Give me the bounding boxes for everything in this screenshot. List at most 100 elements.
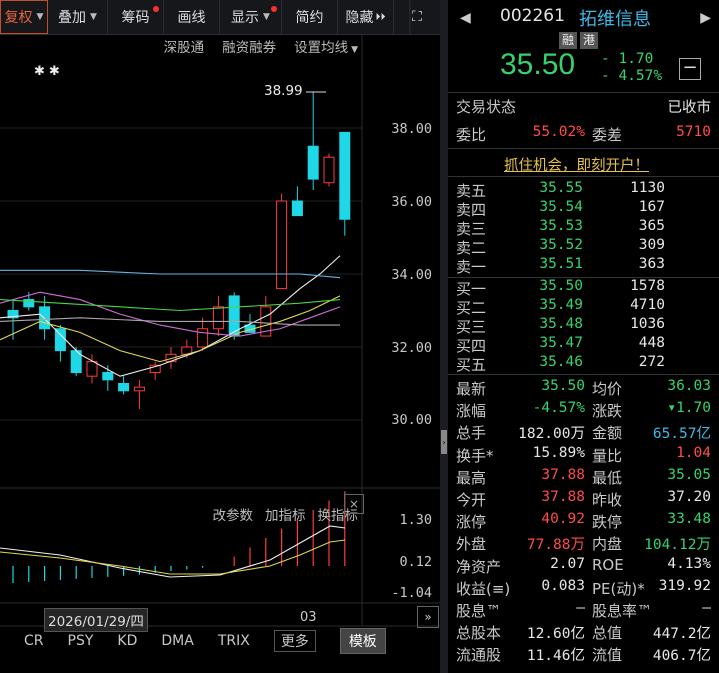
level-label: 卖一 bbox=[456, 258, 487, 276]
caret-down-icon: ▼ bbox=[263, 12, 270, 22]
hk-connect-link[interactable]: 深股通 bbox=[164, 36, 205, 56]
fuquan-button[interactable]: 复权 ▼ bbox=[0, 0, 48, 34]
stat-label: ROE bbox=[592, 555, 624, 574]
stat-label: 跌停 bbox=[592, 513, 623, 532]
stats-row: 涨幅 -4.57% 涨跌 ▾1.70 bbox=[448, 400, 719, 422]
candle-body bbox=[102, 372, 114, 381]
candle-body bbox=[86, 361, 98, 377]
indicator-axis-label: 1.30 bbox=[399, 512, 432, 528]
more-tabs-button[interactable]: 更多 bbox=[273, 630, 316, 652]
kline-svg bbox=[0, 0, 440, 627]
stat-value: 406.7亿 bbox=[652, 648, 711, 665]
notification-dot bbox=[271, 6, 277, 12]
candle-body bbox=[70, 350, 82, 374]
level-price: 35.55 bbox=[539, 180, 583, 196]
set-ma-label: 设置均线 bbox=[294, 40, 349, 56]
candle-body bbox=[260, 306, 272, 337]
hide-label: 隐藏 bbox=[345, 10, 374, 26]
template-button[interactable]: 模板 bbox=[339, 628, 386, 654]
stat-value: 33.48 bbox=[667, 511, 711, 528]
stat-label: 最新 bbox=[456, 380, 487, 398]
stat-value: 1.04 bbox=[676, 444, 711, 461]
level-label: 卖四 bbox=[456, 201, 487, 219]
open-account-link[interactable]: 抓住机会，即刻开户！ bbox=[504, 154, 649, 175]
stat-label: 股息率™ bbox=[592, 602, 653, 620]
close-indicator-button[interactable]: × bbox=[344, 494, 364, 514]
indicator-tabs: CR PSY KD DMA TRIX 更多 模板 bbox=[0, 628, 440, 654]
price-axis-label: 38.00 bbox=[391, 121, 432, 137]
stat-value: 12.60亿 bbox=[526, 626, 585, 643]
stat-label: 今开 bbox=[456, 491, 487, 509]
stat-label: 总手 bbox=[456, 424, 487, 443]
stat-label: 净资产 bbox=[456, 557, 502, 576]
stat-label: 涨幅 bbox=[456, 402, 487, 421]
indicator-bar: 改参数 加指标 换指标 bbox=[213, 504, 359, 524]
level-volume: 4710 bbox=[630, 297, 665, 313]
tab-kd[interactable]: KD bbox=[117, 633, 137, 649]
stat-value: 65.57亿 bbox=[652, 426, 711, 443]
stat-value: 319.92 bbox=[658, 577, 711, 594]
stats-row: 换手* 15.89% 量比 1.04 bbox=[448, 445, 719, 467]
stat-label: 涨跌 bbox=[592, 402, 623, 421]
chart-toolbar: 复权 ▼ 叠加 ▼ 筹码 画线 显示 ▼ 简约 隐藏 ⏵⏵ ⛶ bbox=[0, 0, 440, 35]
tab-cr[interactable]: CR bbox=[24, 633, 44, 649]
level-label: 买五 bbox=[456, 356, 487, 374]
stat-label: 收益(≡) bbox=[456, 579, 511, 598]
change-value: - 1.70 bbox=[601, 51, 654, 67]
caret-down-icon: ▼ bbox=[90, 12, 97, 22]
level-label: 买四 bbox=[456, 337, 487, 355]
level-price: 35.47 bbox=[539, 335, 583, 351]
stat-value: 77.88万 bbox=[526, 537, 585, 554]
tab-dma[interactable]: DMA bbox=[161, 633, 193, 649]
add-indicator-link[interactable]: 加指标 bbox=[265, 504, 306, 524]
fullscreen-icon: ⛶ bbox=[412, 9, 422, 25]
change-percent: - 4.57% bbox=[601, 68, 663, 84]
stock-name[interactable]: 拓维信息 bbox=[579, 5, 651, 31]
level-volume: 448 bbox=[638, 335, 665, 351]
tab-psy[interactable]: PSY bbox=[68, 633, 94, 649]
candle-body bbox=[244, 324, 256, 333]
remove-watchlist-button[interactable]: − bbox=[679, 58, 701, 80]
stat-value: 37.20 bbox=[667, 489, 711, 505]
notification-dot bbox=[153, 6, 159, 12]
stat-value: -4.57% bbox=[532, 400, 585, 417]
chips-button[interactable]: 筹码 bbox=[108, 0, 164, 34]
fuquan-label: 复权 bbox=[4, 10, 33, 26]
stats-row: 涨停 40.92 跌停 33.48 bbox=[448, 511, 719, 533]
fullscreen-button[interactable]: ⛶ bbox=[394, 0, 440, 34]
macd-dea-line bbox=[0, 539, 346, 575]
set-ma-link[interactable]: 设置均线 ▼ bbox=[294, 36, 358, 56]
quote-panel: ◀ ▶ 002261 拓维信息 融 港 35.50 - 1.70 - 4.57%… bbox=[448, 0, 719, 673]
scroll-right-button[interactable]: » bbox=[417, 606, 439, 628]
display-button[interactable]: 显示 ▼ bbox=[220, 0, 282, 34]
price-axis-label: 32.00 bbox=[391, 340, 432, 356]
prev-stock-icon[interactable]: ◀ bbox=[460, 10, 471, 26]
hide-button[interactable]: 隐藏 ⏵⏵ bbox=[338, 0, 394, 34]
level-price: 35.49 bbox=[539, 297, 583, 313]
indicator-axis-label: 0.12 bbox=[399, 554, 432, 570]
draw-line-button[interactable]: 画线 bbox=[164, 0, 220, 34]
stat-label: 内盘 bbox=[592, 535, 623, 554]
simple-button[interactable]: 简约 bbox=[282, 0, 338, 34]
edit-params-link[interactable]: 改参数 bbox=[213, 504, 254, 524]
overlay-button[interactable]: 叠加 ▼ bbox=[48, 0, 108, 34]
next-stock-icon[interactable]: ▶ bbox=[700, 10, 711, 26]
margin-trading-link[interactable]: 融资融券 bbox=[222, 36, 276, 56]
x-axis-label: 03 bbox=[300, 610, 317, 625]
level-label: 卖三 bbox=[456, 220, 487, 238]
stat-value: 35.50 bbox=[541, 378, 585, 394]
stat-label: 最低 bbox=[592, 468, 623, 487]
collapse-arrow-icon[interactable]: › bbox=[441, 430, 447, 454]
level-volume: 363 bbox=[638, 256, 665, 272]
kline-chart-area[interactable]: 复权 ▼ 叠加 ▼ 筹码 画线 显示 ▼ 简约 隐藏 ⏵⏵ ⛶ 深股通 融资融券 设置均… bbox=[0, 0, 440, 673]
candle-body bbox=[339, 131, 351, 220]
ma20-line bbox=[0, 291, 341, 337]
stat-value: 104.12万 bbox=[644, 537, 711, 554]
panel-splitter[interactable] bbox=[440, 0, 448, 673]
trade-status-value: 已收市 bbox=[667, 100, 712, 116]
event-markers[interactable]: ✱✱ bbox=[34, 64, 64, 79]
level-volume: 1130 bbox=[630, 180, 665, 196]
stat-value: — bbox=[576, 600, 585, 616]
indicator-axis-label: -1.04 bbox=[391, 585, 432, 601]
tab-trix[interactable]: TRIX bbox=[218, 633, 250, 649]
